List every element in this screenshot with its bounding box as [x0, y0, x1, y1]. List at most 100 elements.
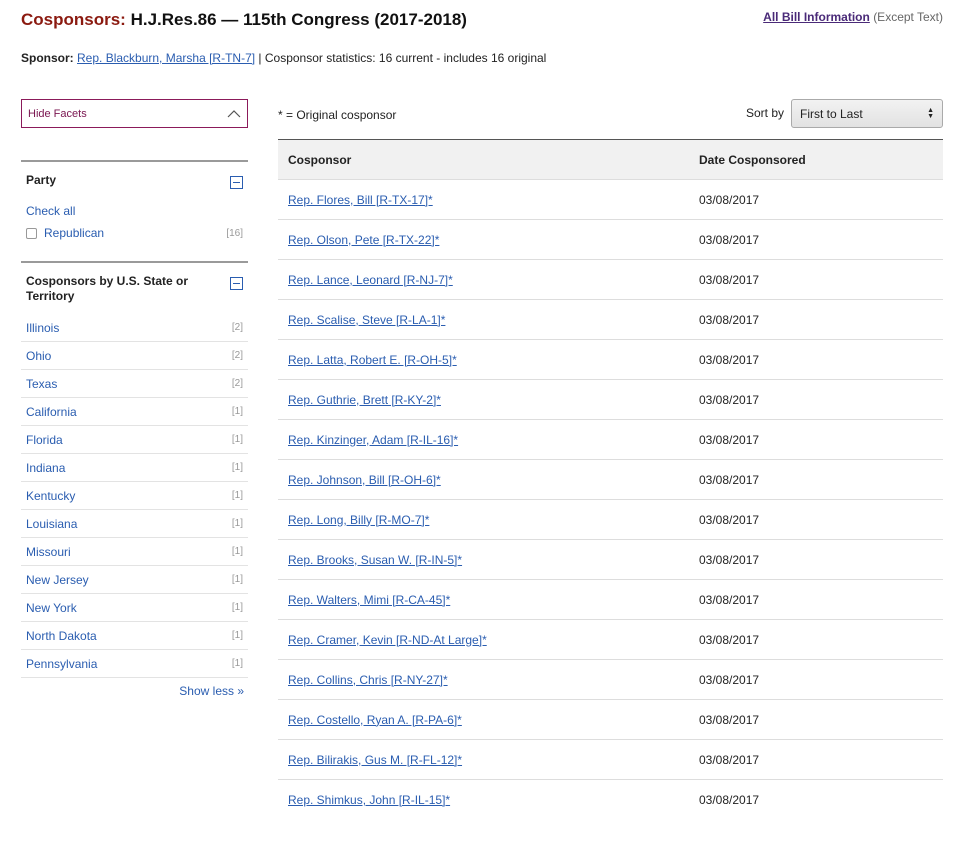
facet-label[interactable]: Indiana [26, 461, 65, 475]
facet-label[interactable]: North Dakota [26, 629, 97, 643]
table-row: Rep. Flores, Bill [R-TX-17]* 03/08/2017 [278, 180, 943, 220]
table-row: Rep. Scalise, Steve [R-LA-1]* 03/08/2017 [278, 300, 943, 340]
cosponsor-link[interactable]: Rep. Collins, Chris [R-NY-27]* [288, 673, 448, 687]
collapse-icon[interactable] [230, 277, 243, 290]
cosponsor-link[interactable]: Rep. Bilirakis, Gus M. [R-FL-12]* [288, 753, 462, 767]
facet-label[interactable]: Missouri [26, 545, 71, 559]
check-all-link[interactable]: Check all [21, 204, 248, 218]
cosponsor-link[interactable]: Rep. Shimkus, John [R-IL-15]* [288, 793, 450, 807]
cosponsor-cell: Rep. Costello, Ryan A. [R-PA-6]* [278, 713, 699, 727]
facet-label[interactable]: Pennsylvania [26, 657, 97, 671]
table-row: Rep. Collins, Chris [R-NY-27]* 03/08/2017 [278, 660, 943, 700]
original-cosponsor-legend: * = Original cosponsor [278, 108, 397, 122]
table-row: Rep. Lance, Leonard [R-NJ-7]* 03/08/2017 [278, 260, 943, 300]
cosponsor-link[interactable]: Rep. Kinzinger, Adam [R-IL-16]* [288, 433, 458, 447]
facet-label[interactable]: Louisiana [26, 517, 77, 531]
facet-label[interactable]: New Jersey [26, 573, 89, 587]
state-item[interactable]: Texas [2] [21, 370, 248, 398]
cosponsor-table: Cosponsor Date Cosponsored Rep. Flores, … [278, 139, 943, 820]
hide-facets-button[interactable]: Hide Facets [21, 99, 248, 128]
cosponsor-link[interactable]: Rep. Johnson, Bill [R-OH-6]* [288, 473, 441, 487]
party-item-republican[interactable]: Republican [16] [21, 219, 248, 247]
facet-label[interactable]: New York [26, 601, 77, 615]
state-item[interactable]: Florida [1] [21, 426, 248, 454]
table-header: Cosponsor Date Cosponsored [278, 140, 943, 180]
facet-count: [1] [231, 546, 243, 557]
cosponsor-link[interactable]: Rep. Brooks, Susan W. [R-IN-5]* [288, 553, 462, 567]
facet-count: [1] [231, 462, 243, 473]
cosponsor-link[interactable]: Rep. Long, Billy [R-MO-7]* [288, 513, 429, 527]
state-item[interactable]: Missouri [1] [21, 538, 248, 566]
cosponsor-link[interactable]: Rep. Scalise, Steve [R-LA-1]* [288, 313, 445, 327]
date-cosponsored: 03/08/2017 [699, 712, 760, 727]
date-cosponsored: 03/08/2017 [699, 352, 760, 367]
table-row: Rep. Bilirakis, Gus M. [R-FL-12]* 03/08/2… [278, 740, 943, 780]
cosponsor-link[interactable]: Rep. Lance, Leonard [R-NJ-7]* [288, 273, 453, 287]
column-header-cosponsor[interactable]: Cosponsor [278, 153, 699, 167]
facet-count: [1] [231, 490, 243, 501]
cosponsor-cell: Rep. Latta, Robert E. [R-OH-5]* [278, 353, 699, 367]
table-row: Rep. Cramer, Kevin [R-ND-At Large]* 03/08… [278, 620, 943, 660]
sort-select[interactable]: First to Last ▲ ▼ [791, 99, 943, 128]
sponsor-link[interactable]: Rep. Blackburn, Marsha [R-TN-7] [77, 51, 255, 65]
facet-label[interactable]: Texas [26, 377, 57, 391]
state-item[interactable]: North Dakota [1] [21, 622, 248, 650]
cosponsor-link[interactable]: Rep. Olson, Pete [R-TX-22]* [288, 233, 439, 247]
facet-label[interactable]: Kentucky [26, 489, 75, 503]
table-row: Rep. Long, Billy [R-MO-7]* 03/08/2017 [278, 500, 943, 540]
facet-label[interactable]: Republican [44, 226, 104, 240]
date-cosponsored: 03/08/2017 [699, 552, 760, 567]
facet-count: [2] [231, 322, 243, 333]
all-bill-info-link[interactable]: All Bill Information [763, 10, 870, 24]
state-item[interactable]: Indiana [1] [21, 454, 248, 482]
date-cosponsored: 03/08/2017 [699, 432, 760, 447]
cosponsor-cell: Rep. Guthrie, Brett [R-KY-2]* [278, 393, 699, 407]
facet-label[interactable]: Illinois [26, 321, 59, 335]
facet-count: [1] [231, 602, 243, 613]
state-item[interactable]: Kentucky [1] [21, 482, 248, 510]
sponsor-line: Sponsor: Rep. Blackburn, Marsha [R-TN-7]… [21, 51, 546, 65]
all-bill-info: All Bill Information (Except Text) [763, 10, 943, 24]
cosponsor-cell: Rep. Lance, Leonard [R-NJ-7]* [278, 273, 699, 287]
cosponsor-link[interactable]: Rep. Guthrie, Brett [R-KY-2]* [288, 393, 441, 407]
collapse-icon[interactable] [230, 176, 243, 189]
cosponsor-cell: Rep. Flores, Bill [R-TX-17]* [278, 193, 699, 207]
cosponsor-link[interactable]: Rep. Walters, Mimi [R-CA-45]* [288, 593, 450, 607]
table-body: Rep. Flores, Bill [R-TX-17]* 03/08/2017 Re… [278, 180, 943, 820]
date-cosponsored: 03/08/2017 [699, 272, 760, 287]
table-row: Rep. Johnson, Bill [R-OH-6]* 03/08/2017 [278, 460, 943, 500]
facet-label[interactable]: California [26, 405, 77, 419]
date-cosponsored: 03/08/2017 [699, 512, 760, 527]
select-arrows-icon: ▲ ▼ [927, 106, 934, 120]
cosponsor-link[interactable]: Rep. Costello, Ryan A. [R-PA-6]* [288, 713, 462, 727]
cosponsor-link[interactable]: Rep. Cramer, Kevin [R-ND-At Large]* [288, 633, 487, 647]
cosponsor-cell: Rep. Bilirakis, Gus M. [R-FL-12]* [278, 753, 699, 767]
state-item[interactable]: California [1] [21, 398, 248, 426]
page-title: Cosponsors: H.J.Res.86 — 115th Congress … [21, 10, 467, 30]
column-header-date[interactable]: Date Cosponsored [699, 153, 943, 167]
facet-label[interactable]: Ohio [26, 349, 51, 363]
cosponsor-cell: Rep. Scalise, Steve [R-LA-1]* [278, 313, 699, 327]
table-row: Rep. Walters, Mimi [R-CA-45]* 03/08/2017 [278, 580, 943, 620]
cosponsor-link[interactable]: Rep. Flores, Bill [R-TX-17]* [288, 193, 433, 207]
sponsor-label: Sponsor: [21, 51, 74, 65]
state-item[interactable]: Louisiana [1] [21, 510, 248, 538]
facet-count: [1] [231, 630, 243, 641]
state-item[interactable]: Illinois [2] [21, 314, 248, 342]
date-cosponsored: 03/08/2017 [699, 793, 760, 807]
cosponsor-link[interactable]: Rep. Latta, Robert E. [R-OH-5]* [288, 353, 457, 367]
table-row: Rep. Costello, Ryan A. [R-PA-6]* 03/08/20… [278, 700, 943, 740]
party-facet-title: Party [26, 173, 57, 187]
republican-checkbox[interactable] [26, 227, 37, 239]
state-item[interactable]: New Jersey [1] [21, 566, 248, 594]
state-item[interactable]: Ohio [2] [21, 342, 248, 370]
state-item[interactable]: New York [1] [21, 594, 248, 622]
show-less-link[interactable]: Show less » [179, 684, 244, 698]
state-item[interactable]: Pennsylvania [1] [21, 650, 248, 678]
date-cosponsored: 03/08/2017 [699, 312, 760, 327]
date-cosponsored: 03/08/2017 [699, 672, 760, 687]
cosponsor-cell: Rep. Shimkus, John [R-IL-15]* [278, 793, 699, 807]
facet-label[interactable]: Florida [26, 433, 63, 447]
state-facet: Cosponsors by U.S. State or Territory Il… [21, 261, 248, 678]
facet-count: [2] [231, 378, 243, 389]
